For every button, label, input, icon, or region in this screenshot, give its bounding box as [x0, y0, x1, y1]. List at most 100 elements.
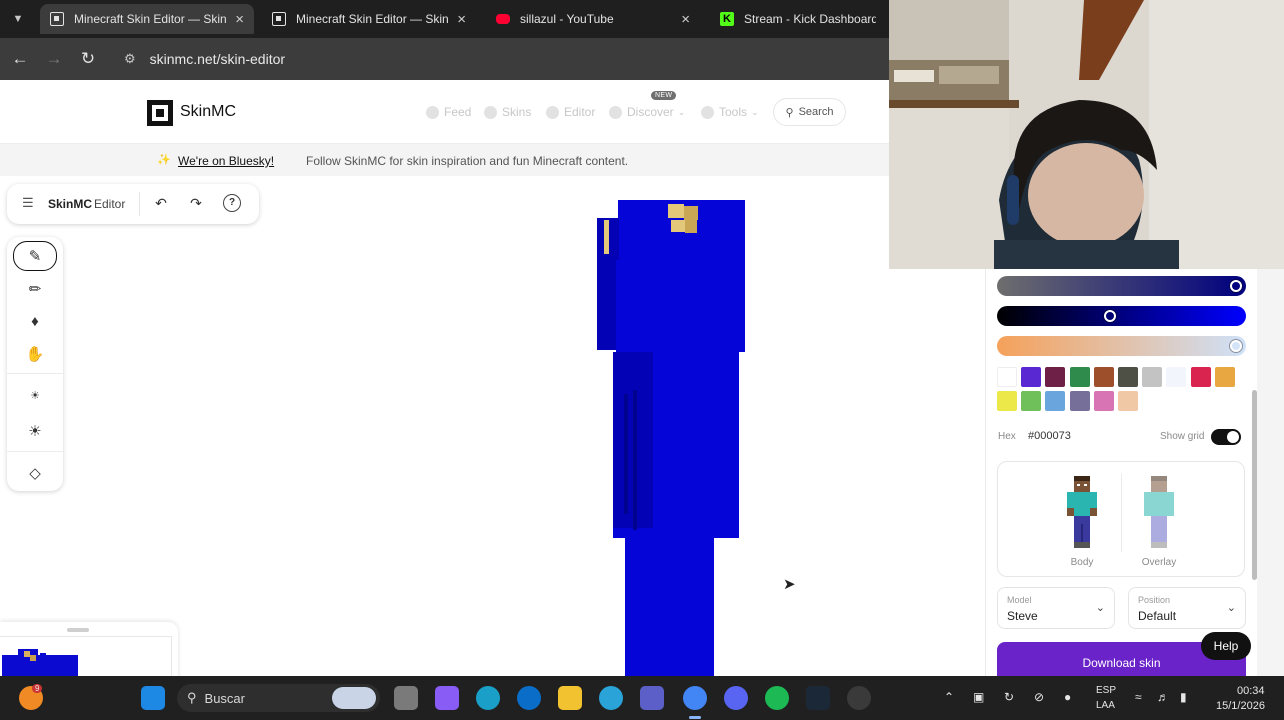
skin-2d-preview[interactable]	[0, 622, 178, 676]
bucket-icon[interactable]: ♦	[13, 306, 57, 336]
color-swatch[interactable]	[1190, 367, 1211, 387]
sync-icon[interactable]: ↻	[1004, 690, 1014, 704]
site-search-button[interactable]: ⚲ Search	[773, 98, 846, 126]
alpha-slider[interactable]	[997, 336, 1246, 356]
scrollbar-thumb[interactable]	[1252, 390, 1257, 580]
redo-icon[interactable]: ↷	[187, 194, 205, 212]
edge-icon[interactable]	[476, 686, 500, 710]
tab-youtube[interactable]: sillazul - YouTube ×	[486, 4, 700, 34]
nav-discover[interactable]: Discover ⌄	[609, 105, 685, 119]
saturation-slider[interactable]	[997, 306, 1246, 326]
color-swatch[interactable]	[1069, 367, 1090, 387]
color-swatch[interactable]	[1166, 367, 1187, 387]
color-swatch[interactable]	[1045, 391, 1066, 411]
color-swatch[interactable]	[1093, 391, 1114, 411]
body-layer-label: Body	[1070, 557, 1094, 568]
nav-feed[interactable]: Feed	[426, 105, 471, 119]
file-explorer-icon[interactable]	[558, 686, 582, 710]
color-swatch[interactable]	[1021, 367, 1042, 387]
slider-knob[interactable]	[1230, 340, 1242, 352]
nav-tools[interactable]: Tools ⌄	[701, 105, 759, 119]
hex-input[interactable]: #000073	[1028, 430, 1071, 442]
undo-icon[interactable]: ↶	[152, 194, 170, 212]
color-swatch[interactable]	[1021, 391, 1042, 411]
color-swatch[interactable]	[1118, 367, 1138, 387]
color-swatch[interactable]	[1069, 391, 1090, 411]
show-grid-toggle[interactable]	[1211, 429, 1241, 445]
color-swatch[interactable]	[1045, 367, 1066, 387]
show-hidden-icons-icon[interactable]: ⌃	[944, 690, 954, 704]
tab-search-button[interactable]: ▼	[8, 9, 28, 29]
chrome-icon[interactable]	[683, 686, 707, 710]
body-layer-figure-icon[interactable]	[1067, 476, 1097, 548]
chevron-down-icon: ⌄	[677, 106, 686, 117]
bluesky-link[interactable]: We're on Bluesky!	[178, 154, 274, 168]
slider-knob[interactable]	[1230, 280, 1242, 292]
close-tab-icon[interactable]: ×	[457, 11, 466, 28]
start-icon[interactable]	[141, 686, 165, 710]
close-tab-icon[interactable]: ×	[235, 11, 244, 28]
color-swatch[interactable]	[997, 391, 1017, 411]
reload-icon[interactable]: ↻	[78, 49, 98, 69]
steam-icon[interactable]	[806, 686, 830, 710]
site-info-icon[interactable]: ⚙	[124, 51, 136, 67]
forward-icon[interactable]: →	[44, 49, 64, 69]
slider-knob[interactable]	[1104, 310, 1117, 322]
hand-icon[interactable]: ✋	[13, 339, 57, 369]
eyedropper-icon[interactable]: ✏	[13, 274, 57, 304]
model-value: Steve	[1007, 609, 1038, 623]
lightness-slider[interactable]	[997, 276, 1246, 296]
task-view-icon[interactable]	[394, 686, 418, 710]
taskbar-search-box[interactable]: ⚲ Buscar	[177, 684, 380, 712]
nav-label: Skins	[502, 105, 532, 119]
tray-app-icon[interactable]: ▣	[973, 690, 984, 704]
discord-icon[interactable]	[724, 686, 748, 710]
microphone-icon[interactable]: ●	[1064, 690, 1071, 704]
overlay-layer-figure-icon[interactable]	[1144, 476, 1174, 548]
tab-skin-editor-1[interactable]: Minecraft Skin Editor — SkinMC ×	[40, 4, 254, 34]
model-select[interactable]: Model Steve ⌄	[997, 587, 1115, 629]
position-select[interactable]: Position Default ⌄	[1128, 587, 1246, 629]
nav-skins[interactable]: Skins	[484, 105, 531, 119]
battery-icon[interactable]: ▮	[1180, 690, 1187, 704]
tab-kick-dashboard[interactable]: K Stream - Kick Dashboard	[710, 4, 886, 34]
network-off-icon[interactable]: ⊘	[1034, 690, 1044, 704]
lighten-icon[interactable]: ☀	[13, 416, 57, 446]
menu-icon[interactable]: ☰	[22, 195, 34, 211]
color-swatch[interactable]	[997, 367, 1017, 387]
skin-texture-canvas[interactable]	[0, 636, 172, 676]
color-swatch[interactable]	[1093, 367, 1114, 387]
copilot-icon[interactable]	[435, 686, 459, 710]
tab-skin-editor-2[interactable]: Minecraft Skin Editor — SkinMC ×	[262, 4, 476, 34]
color-swatch[interactable]	[1118, 391, 1138, 411]
hp-icon[interactable]	[517, 686, 541, 710]
scrollbar-track[interactable]	[1257, 269, 1284, 676]
keyboard-layout[interactable]: LAA	[1096, 700, 1115, 711]
tool-palette: ✎ ✏ ♦ ✋ ☀ ☀ ◇	[7, 237, 63, 491]
skinmc-logo-icon[interactable]	[147, 100, 173, 126]
eraser-icon[interactable]: ◇	[13, 458, 57, 488]
spotify-icon[interactable]	[765, 686, 789, 710]
obs-icon[interactable]	[847, 686, 871, 710]
darken-icon[interactable]: ☀	[13, 380, 57, 410]
site-logo-text[interactable]: SkinMC	[180, 103, 236, 121]
color-swatch[interactable]	[1214, 367, 1235, 387]
back-icon[interactable]: ←	[10, 49, 30, 69]
color-swatch[interactable]	[1142, 367, 1163, 387]
teams-icon[interactable]	[640, 686, 664, 710]
skin-3d-viewport[interactable]	[300, 190, 940, 676]
close-tab-icon[interactable]: ×	[681, 11, 690, 28]
volume-icon[interactable]: ♬	[1157, 690, 1169, 704]
help-circle-icon[interactable]: ?	[223, 194, 241, 212]
learning-app-icon[interactable]	[599, 686, 623, 710]
clock-time[interactable]: 00:34	[1237, 685, 1265, 697]
language-code[interactable]: ESP	[1096, 685, 1116, 696]
help-button[interactable]: Help	[1201, 632, 1251, 660]
search-highlight-image	[332, 687, 376, 709]
drag-handle[interactable]	[67, 628, 89, 632]
address-bar[interactable]: ⚙ skinmc.net/skin-editor	[112, 45, 882, 73]
wifi-icon[interactable]: ≈	[1135, 690, 1142, 704]
clock-date[interactable]: 15/1/2026	[1216, 700, 1265, 712]
nav-editor[interactable]: Editor	[546, 105, 595, 119]
pen-tool-icon[interactable]: ✎	[13, 241, 57, 271]
